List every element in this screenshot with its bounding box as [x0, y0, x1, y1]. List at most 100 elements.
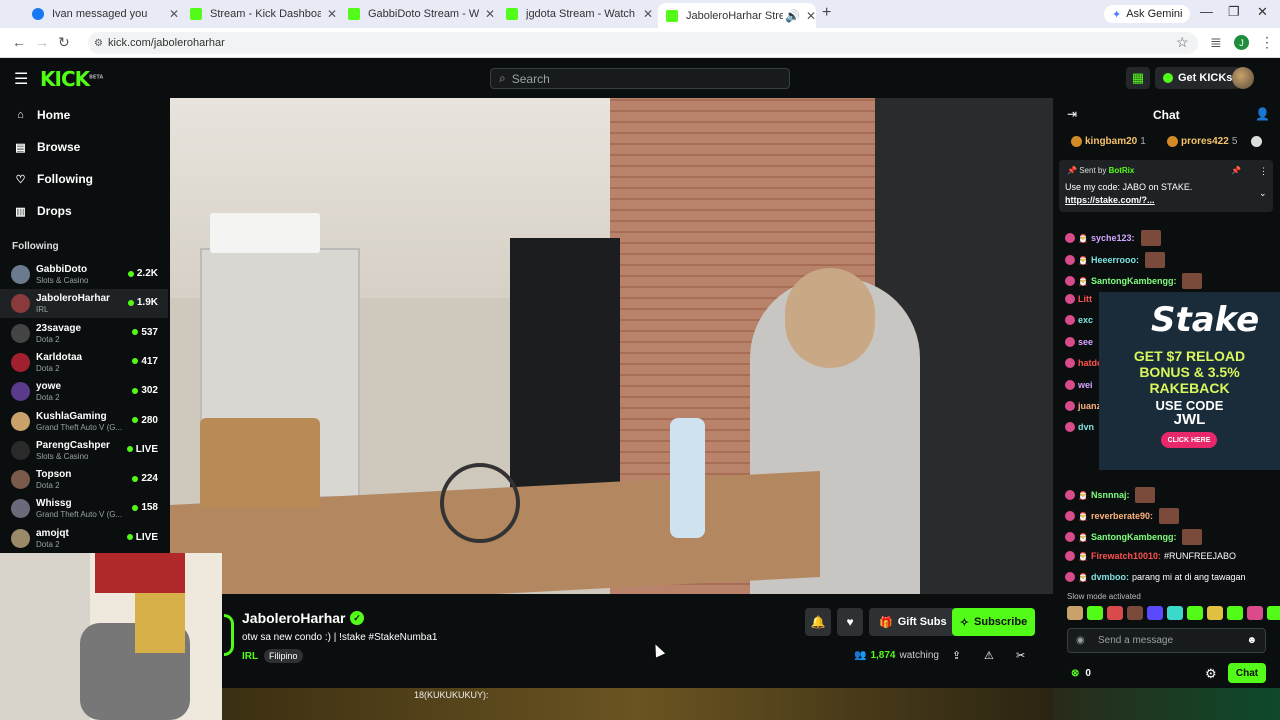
new-tab-icon[interactable]: + [822, 4, 831, 22]
video-player[interactable] [170, 98, 1053, 594]
kick-logo[interactable]: KICKBETA [40, 67, 103, 91]
emote-icon[interactable] [1247, 606, 1263, 620]
emoji-icon[interactable]: ☻ [1246, 635, 1257, 646]
following-channel[interactable]: ParengCashper Slots & Casino LIVE [0, 436, 168, 465]
subscribe-button[interactable]: ✧ Subscribe [952, 608, 1035, 636]
kick-points[interactable]: ⊗ 0 [1071, 668, 1091, 679]
report-icon[interactable]: ⚠ [984, 649, 994, 662]
emote-icon[interactable] [1147, 606, 1163, 620]
close-tab-icon[interactable]: ✕ [806, 9, 816, 23]
chat-username[interactable]: syche123: [1091, 233, 1135, 243]
chat-identity-icon[interactable]: ◉ [1076, 635, 1085, 646]
back-icon[interactable]: ← [12, 34, 26, 50]
forward-icon[interactable]: → [35, 34, 49, 50]
chat-send-button[interactable]: Chat [1228, 663, 1266, 683]
chat-username[interactable]: Heeerrooo: [1091, 255, 1139, 265]
emote-icon[interactable] [1107, 606, 1123, 620]
more-options-icon[interactable]: ⋮ [1259, 166, 1268, 177]
bookmark-star-icon[interactable]: ☆ [1176, 34, 1189, 51]
tab-kick-dashboard[interactable]: Stream - Kick Dashboard ✕ [182, 3, 337, 25]
tab-jgdota[interactable]: jgdota Stream - Watch Live on ✕ [498, 3, 653, 25]
following-channel[interactable]: Topson Dota 2 224 [0, 465, 168, 494]
emote-icon[interactable] [1187, 606, 1203, 620]
following-channel[interactable]: Karldotaa Dota 2 417 [0, 348, 168, 377]
minimize-icon[interactable]: — [1200, 4, 1213, 19]
tab-jaboleroharhar[interactable]: JaboleroHarhar Stream - W 🔊 ✕ [658, 3, 816, 28]
notification-bell-button[interactable]: 🔔 [805, 608, 831, 636]
nav-following[interactable]: ♡ Following [14, 172, 93, 186]
chat-username[interactable]: reverberate90: [1091, 511, 1153, 521]
close-window-icon[interactable]: ✕ [1257, 4, 1268, 20]
chat-username[interactable]: dvn [1078, 422, 1094, 432]
following-channel[interactable]: amojqt Dota 2 LIVE [0, 524, 168, 553]
hamburger-menu-icon[interactable]: ☰ [14, 69, 28, 89]
close-tab-icon[interactable]: ✕ [485, 7, 495, 21]
restore-icon[interactable]: ❐ [1228, 4, 1240, 20]
tab-facebook[interactable]: Ivan messaged you ✕ [24, 3, 179, 25]
following-channel[interactable]: GabbiDoto Slots & Casino 2.2K [0, 260, 168, 289]
chat-settings-icon[interactable]: ⚙ [1205, 666, 1217, 682]
nav-home[interactable]: ⌂ Home [14, 108, 70, 122]
clip-icon[interactable]: ✂ [1016, 649, 1025, 662]
following-channel[interactable]: JaboleroHarhar IRL 1.9K [0, 289, 168, 319]
chat-username[interactable]: wei [1078, 380, 1093, 390]
following-channel[interactable]: Whissg Grand Theft Auto V (G... 158 [0, 494, 168, 523]
ask-gemini-button[interactable]: ✦ Ask Gemini [1104, 5, 1191, 23]
reading-list-icon[interactable]: ≣ [1210, 34, 1222, 51]
chat-username[interactable]: see [1078, 337, 1093, 347]
close-tab-icon[interactable]: ✕ [327, 7, 337, 21]
language-tag[interactable]: Filipino [264, 649, 303, 663]
search-input[interactable]: ⌕ Search [490, 68, 790, 89]
unpin-icon[interactable]: 📌 [1231, 166, 1241, 175]
chat-username[interactable]: SantongKambengg: [1091, 276, 1177, 286]
tab-gabbidoto[interactable]: GabbiDoto Stream - Watch Live ✕ [340, 3, 495, 25]
stake-ad-banner[interactable]: Stake GET $7 RELOAD BONUS & 3.5% RAKEBAC… [1099, 292, 1280, 470]
top-gifter[interactable]: kingbam20 1 [1071, 136, 1146, 147]
top-gifter[interactable]: prores422 5 [1167, 136, 1237, 147]
emote-icon[interactable] [1067, 606, 1083, 620]
emote-icon[interactable] [1127, 606, 1143, 620]
profile-avatar[interactable]: J [1234, 35, 1249, 50]
pinned-link[interactable]: https://stake.com/?... [1065, 195, 1155, 205]
follow-button[interactable]: ♥ [837, 608, 863, 636]
streamer-name[interactable]: JaboleroHarhar [242, 610, 345, 626]
creator-dashboard-icon[interactable]: ▦ [1126, 67, 1150, 89]
channel-viewer-count: 2.2K [128, 268, 158, 279]
nav-browse[interactable]: ▤ Browse [14, 140, 80, 154]
emote-icon[interactable] [1227, 606, 1243, 620]
close-tab-icon[interactable]: ✕ [169, 7, 179, 21]
send-message-input[interactable]: ◉ Send a message ☻ [1067, 628, 1266, 653]
top-gifter[interactable] [1251, 136, 1262, 147]
following-channel[interactable]: yowe Dota 2 302 [0, 377, 168, 406]
site-info-icon[interactable]: ⚙ [94, 38, 103, 49]
emote-icon[interactable] [1267, 606, 1280, 620]
category-link[interactable]: IRL [242, 651, 258, 662]
emote-icon[interactable] [1207, 606, 1223, 620]
emote-icon[interactable] [1167, 606, 1183, 620]
chat-users-icon[interactable]: 👤 [1255, 107, 1270, 121]
sub-badge-icon [1065, 379, 1075, 390]
speaker-icon[interactable]: 🔊 [785, 9, 800, 23]
chat-username[interactable]: exc [1078, 315, 1093, 325]
chat-username[interactable]: Firewatch10010: [1091, 551, 1161, 561]
reload-icon[interactable]: ↻ [58, 34, 70, 51]
share-icon[interactable]: ⇪ [952, 649, 961, 662]
chat-username[interactable]: dvmboo: [1091, 572, 1129, 582]
browser-menu-icon[interactable]: ⋮ [1260, 34, 1274, 51]
nav-drops[interactable]: ▥ Drops [14, 204, 71, 218]
streamer-avatar[interactable] [224, 614, 234, 656]
url-input[interactable]: ⚙ kick.com/jaboleroharhar [88, 32, 1198, 54]
chevron-down-icon[interactable]: ⌄ [1259, 188, 1267, 199]
chat-username[interactable]: SantongKambengg: [1091, 532, 1177, 542]
user-avatar[interactable] [1232, 67, 1254, 89]
chat-username[interactable]: Nsnnnaj: [1091, 490, 1130, 500]
emote-icon[interactable] [1087, 606, 1103, 620]
following-channel[interactable]: 23savage Dota 2 537 [0, 319, 168, 348]
gift-subs-button[interactable]: 🎁 Gift Subs [869, 608, 957, 636]
collapse-chat-icon[interactable]: ⇥ [1067, 107, 1077, 121]
following-channel[interactable]: KushlaGaming Grand Theft Auto V (G... 280 [0, 407, 168, 436]
chat-username[interactable]: Litt [1078, 294, 1092, 304]
click-here-button[interactable]: CLICK HERE [1161, 432, 1217, 448]
close-tab-icon[interactable]: ✕ [643, 7, 653, 21]
get-kicks-button[interactable]: Get KICKs [1155, 67, 1241, 89]
